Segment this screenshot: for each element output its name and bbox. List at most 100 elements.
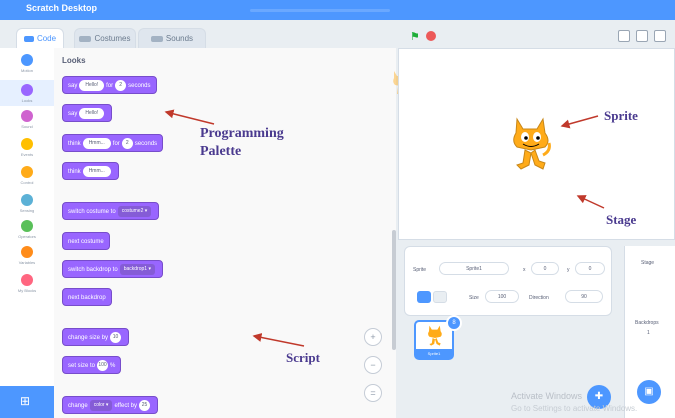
block-text: say [68,111,78,117]
block-input[interactable]: Hmm... [82,165,111,177]
category-bar: Motion Looks Sound Events Control Sensin… [0,48,55,386]
sprite-thumb-name: Sprite1 [416,349,452,358]
code-icon [23,35,34,42]
category-sensing[interactable]: Sensing [0,194,54,220]
fullscreen-button[interactable] [654,30,666,42]
script-annotation: Script [286,350,320,365]
block-set-size[interactable]: set size to 100% [62,356,122,374]
block-input[interactable]: 2 [115,79,127,91]
palette-heading: Looks [62,56,86,65]
block-input[interactable]: 2 [121,137,133,149]
block-text: say [68,83,78,89]
size-label: Size [469,295,479,301]
zoom-out-button[interactable]: − [364,356,382,374]
events-dot-icon [21,138,33,150]
category-my-blocks[interactable]: My Blocks [0,274,54,300]
category-variables[interactable]: Variables [0,246,54,272]
block-switch-backdrop[interactable]: switch backdrop to backdrop1 ▾ [62,260,163,278]
y-field[interactable]: 0 [575,262,605,275]
category-label: Sound [21,124,33,129]
sensing-dot-icon [21,194,33,206]
looks-dot-icon [21,84,33,96]
block-input[interactable]: Hmm... [82,137,111,149]
block-text: change size by [68,335,109,341]
add-extension-button[interactable]: ⊞ [0,386,54,418]
category-looks[interactable]: Looks [0,80,54,106]
category-label: Control [20,180,34,185]
backdrops-count: 1 [647,330,650,336]
x-label: x [523,267,526,273]
programming-palette-label-line1: Programming [200,126,284,141]
category-label: Events [20,152,34,157]
y-label: y [567,267,570,273]
large-stage-button[interactable] [636,30,648,42]
programming-palette-label-line2: Palette [200,144,242,159]
block-text: % [110,363,116,369]
x-field[interactable]: 0 [531,262,559,275]
direction-label: Direction [529,295,549,301]
my-blocks-dot-icon [21,274,33,286]
direction-field[interactable]: 90 [565,290,603,303]
script-scrollbar[interactable] [392,230,396,350]
category-operators[interactable]: Operators [0,220,54,246]
category-label: Variables [18,260,36,265]
variables-dot-icon [21,246,33,258]
control-dot-icon [21,166,33,178]
block-dropdown[interactable]: color ▾ [89,399,113,411]
choose-backdrop-button[interactable]: ▣ [637,380,661,404]
block-text: for [112,141,120,147]
tab-costumes[interactable]: Costumes [74,28,136,49]
zoom-reset-button[interactable]: = [364,384,382,402]
block-input[interactable]: Hello! [79,79,105,91]
block-say-for-secs[interactable]: say Hello! for 2 seconds [62,76,157,94]
block-text: set size to [68,363,96,369]
block-think-for-secs[interactable]: think Hmm... for 2 seconds [62,134,164,152]
show-visible-icon[interactable] [417,291,431,303]
speaker-icon [150,35,163,42]
stop-button[interactable] [426,31,436,41]
block-input[interactable]: 10 [110,331,122,343]
tab-sounds[interactable]: Sounds [138,28,206,49]
tab-costumes-label: Costumes [94,34,131,43]
green-flag-icon[interactable]: ⚑ [410,30,420,43]
block-next-backdrop[interactable]: next backdrop [62,288,112,306]
block-text: switch backdrop to [68,267,118,273]
block-text: think [68,141,81,147]
block-text: seconds [128,83,151,89]
block-text: switch costume to [68,209,116,215]
block-change-size[interactable]: change size by 10 [62,328,130,346]
block-input[interactable]: 100 [97,359,109,371]
block-change-effect[interactable]: change color ▾ effect by 25 [62,396,159,414]
category-events[interactable]: Events [0,138,54,164]
category-motion[interactable]: Motion [0,54,54,80]
delete-sprite-badge[interactable]: 8 [446,315,462,331]
block-text: change [68,403,88,409]
block-input[interactable]: Hello! [79,107,105,119]
zoom-in-button[interactable]: + [364,328,382,346]
block-text: next costume [68,239,104,245]
sound-dot-icon [21,110,33,122]
backdrop-add-icon: ▣ [644,386,654,397]
category-control[interactable]: Control [0,166,54,192]
cat-sprite[interactable] [509,115,553,175]
block-dropdown[interactable]: backdrop1 ▾ [119,263,155,275]
block-text: effect by [114,403,138,409]
category-label: Operators [18,234,36,239]
hide-icon[interactable] [433,291,447,303]
block-think[interactable]: think Hmm... [62,162,119,180]
block-say[interactable]: say Hello! [62,104,113,122]
block-next-costume[interactable]: next costume [62,232,110,250]
menu-strip [250,9,390,12]
category-label: My Blocks [17,288,37,293]
category-sound[interactable]: Sound [0,110,54,136]
block-input[interactable]: 25 [139,399,151,411]
sprite-name-field[interactable]: Sprite1 [439,262,509,275]
extension-icon: ⊞ [20,394,31,408]
tab-code[interactable]: Code [16,28,64,49]
stage-annotation: Stage [606,212,637,227]
block-dropdown[interactable]: costume2 ▾ [117,205,152,217]
small-stage-button[interactable] [618,30,630,42]
block-switch-costume[interactable]: switch costume to costume2 ▾ [62,202,160,220]
size-field[interactable]: 100 [485,290,519,303]
block-text: seconds [134,141,158,147]
